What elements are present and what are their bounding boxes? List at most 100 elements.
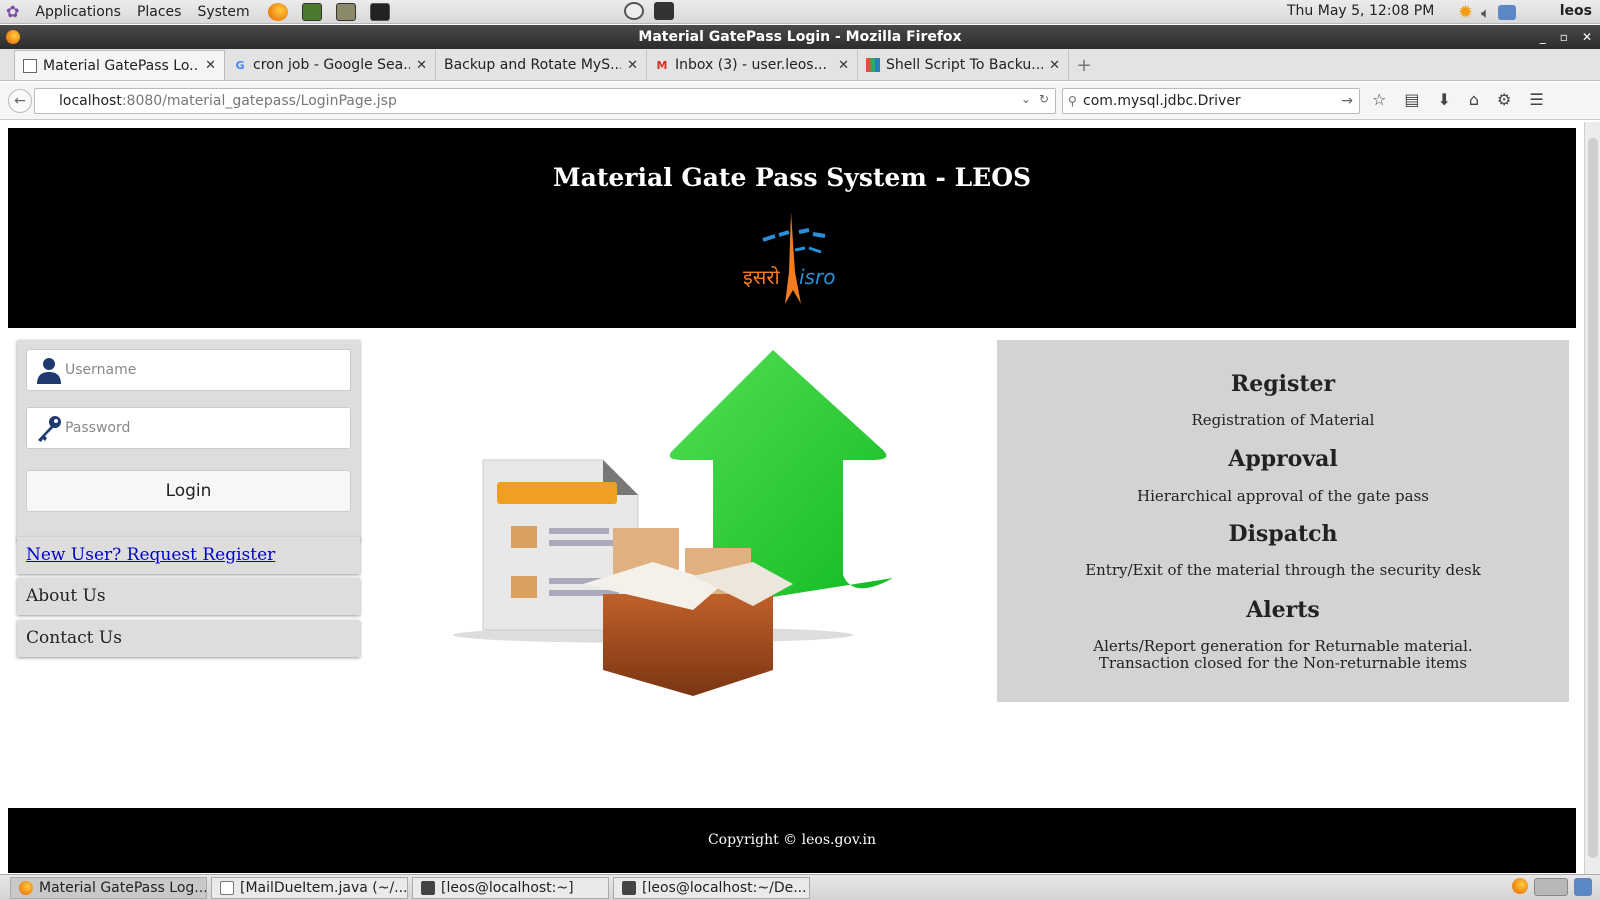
taskbar-item-terminal-1[interactable]: [leos@localhost:~]	[412, 876, 609, 899]
volume-icon[interactable]: 🔈︎	[1481, 4, 1490, 22]
password-input[interactable]	[65, 413, 335, 443]
tab-label: Material GatePass Lo...	[43, 57, 200, 74]
feature-alerts-desc-line1: Alerts/Report generation for Returnable …	[1093, 637, 1473, 655]
history-dropdown-icon[interactable]: ⌄	[1021, 92, 1031, 106]
nav-bar: ← localhost:8080/material_gatepass/Login…	[0, 82, 1600, 120]
bookmark-star-icon[interactable]: ☆	[1372, 90, 1386, 109]
register-link[interactable]: New User? Request Register	[26, 545, 275, 565]
terminal-icon	[421, 880, 435, 895]
reload-icon[interactable]: ↻	[1039, 92, 1049, 106]
password-field[interactable]	[26, 407, 351, 449]
downloads-icon[interactable]: ⬇	[1437, 90, 1450, 109]
url-bar[interactable]: localhost:8080/material_gatepass/LoginPa…	[34, 88, 1056, 114]
tab-inbox[interactable]: M Inbox (3) - user.leos... ✕	[647, 50, 858, 80]
page-scrollbar[interactable]	[1584, 122, 1600, 874]
google-icon: G	[235, 58, 245, 72]
feature-register-title: Register	[1230, 371, 1336, 397]
terminal-icon[interactable]	[369, 2, 390, 21]
maximize-icon[interactable]: ▫	[1560, 25, 1568, 49]
site-header: Material Gate Pass System - LEOS इसरो is…	[8, 128, 1576, 328]
contact-us-link[interactable]: Contact Us	[17, 620, 360, 657]
home-icon[interactable]: ⌂	[1469, 90, 1479, 109]
feature-approval-title: Approval	[1228, 446, 1338, 472]
search-go-icon[interactable]: →	[1341, 93, 1353, 109]
minimize-icon[interactable]: _	[1540, 25, 1546, 49]
panel-launchers	[267, 2, 390, 21]
gmail-icon: M	[656, 58, 668, 72]
extension-icon[interactable]: ⚙	[1497, 90, 1511, 109]
back-button[interactable]: ←	[8, 89, 32, 113]
taskbar-item-editor[interactable]: [MailDueItem.java (~/...	[211, 876, 408, 899]
tab-close-icon[interactable]: ✕	[416, 58, 427, 73]
firefox-tray-icon[interactable]	[1512, 878, 1528, 894]
key-icon	[38, 416, 61, 442]
login-button[interactable]: Login	[26, 470, 351, 512]
system-monitor-icon[interactable]	[301, 2, 322, 21]
feature-dispatch-title: Dispatch	[1228, 521, 1338, 547]
search-bar[interactable]: ⚲ com.mysql.jdbc.Driver →	[1062, 88, 1360, 114]
panel-center	[624, 2, 674, 20]
reading-list-icon[interactable]: ▤	[1404, 90, 1419, 109]
bottom-taskbar: Material GatePass Log... [MailDueItem.ja…	[0, 874, 1600, 900]
applications-menu[interactable]: Applications	[35, 4, 121, 20]
tab-material-gatepass[interactable]: Material GatePass Lo... ✕	[14, 50, 225, 80]
workspace-switcher-icon[interactable]	[1534, 878, 1568, 896]
power-icon[interactable]	[624, 2, 644, 20]
show-desktop-icon[interactable]	[1574, 878, 1592, 896]
places-menu[interactable]: Places	[137, 4, 182, 20]
register-link-box: New User? Request Register	[17, 537, 360, 574]
panel-tray: ✹ 🔈︎	[1458, 2, 1517, 23]
top-panel: ✿ Applications Places System Thu May 5, …	[0, 0, 1600, 24]
text-editor-icon	[220, 880, 234, 895]
taskbar-item-firefox[interactable]: Material GatePass Log...	[10, 876, 207, 899]
firefox-launcher-icon[interactable]	[267, 2, 288, 21]
tab-label: Inbox (3) - user.leos...	[675, 57, 827, 73]
lock-screen-icon[interactable]	[654, 2, 674, 20]
tab-backup-rotate[interactable]: Backup and Rotate MyS... ✕	[436, 50, 647, 80]
login-form: Login	[17, 340, 360, 542]
toolbar-icons: ☆ ▤ ⬇ ⌂ ⚙ ☰	[1372, 90, 1544, 109]
weather-icon[interactable]: ✹	[1458, 2, 1473, 23]
panel-menus: ✿ Applications Places System	[0, 2, 250, 21]
feature-register-desc: Registration of Material	[1191, 411, 1375, 429]
window-controls: _ ▫ ✕	[1540, 25, 1592, 49]
taskbar-tray	[1512, 878, 1592, 896]
tab-close-icon[interactable]: ✕	[838, 58, 849, 73]
panel-user[interactable]: leos	[1560, 3, 1592, 19]
taskbar-label: Material GatePass Log...	[39, 879, 207, 896]
username-field[interactable]	[26, 349, 351, 391]
system-menu[interactable]: System	[197, 4, 249, 20]
panel-clock[interactable]: Thu May 5, 12:08 PM	[1287, 3, 1434, 19]
search-icon: ⚲	[1068, 94, 1077, 108]
page-icon	[23, 58, 37, 73]
tab-label: Shell Script To Backu...	[886, 57, 1044, 73]
isro-logo: इसरो isro	[743, 212, 835, 304]
username-input[interactable]	[65, 355, 335, 385]
about-us-link[interactable]: About Us	[17, 578, 360, 615]
window-titlebar: Material GatePass Login - Mozilla Firefo…	[0, 25, 1600, 49]
url-icons: ⌄ ↻	[1021, 92, 1049, 106]
page-content: Material Gate Pass System - LEOS इसरो is…	[8, 128, 1576, 873]
tab-close-icon[interactable]: ✕	[627, 58, 638, 73]
taskbar-item-terminal-2[interactable]: [leos@localhost:~/De...	[613, 876, 810, 899]
menu-icon[interactable]: ☰	[1529, 90, 1543, 109]
grid-icon	[866, 58, 880, 72]
gatepass-illustration	[453, 350, 893, 696]
page-title: Material Gate Pass System - LEOS	[552, 163, 1032, 192]
network-icon[interactable]	[1498, 5, 1517, 20]
tab-close-icon[interactable]: ✕	[1049, 58, 1060, 73]
features-panel: Register Registration of Material Approv…	[997, 340, 1569, 702]
isro-latin-text: isro	[799, 265, 835, 289]
calculator-icon[interactable]	[335, 2, 356, 21]
scrollbar-thumb[interactable]	[1588, 138, 1598, 858]
user-icon	[37, 358, 61, 384]
tab-shell-script[interactable]: Shell Script To Backu... ✕	[858, 50, 1069, 80]
firefox-icon	[19, 880, 33, 895]
feature-alerts-desc-line2: Transaction closed for the Non-returnabl…	[1098, 654, 1468, 672]
tab-cron-job[interactable]: G cron job - Google Sea... ✕	[225, 50, 436, 80]
applications-icon: ✿	[6, 2, 20, 21]
tab-close-icon[interactable]: ✕	[205, 58, 216, 73]
terminal-icon	[622, 880, 636, 895]
new-tab-button[interactable]: +	[1069, 50, 1099, 80]
close-icon[interactable]: ✕	[1582, 25, 1592, 49]
